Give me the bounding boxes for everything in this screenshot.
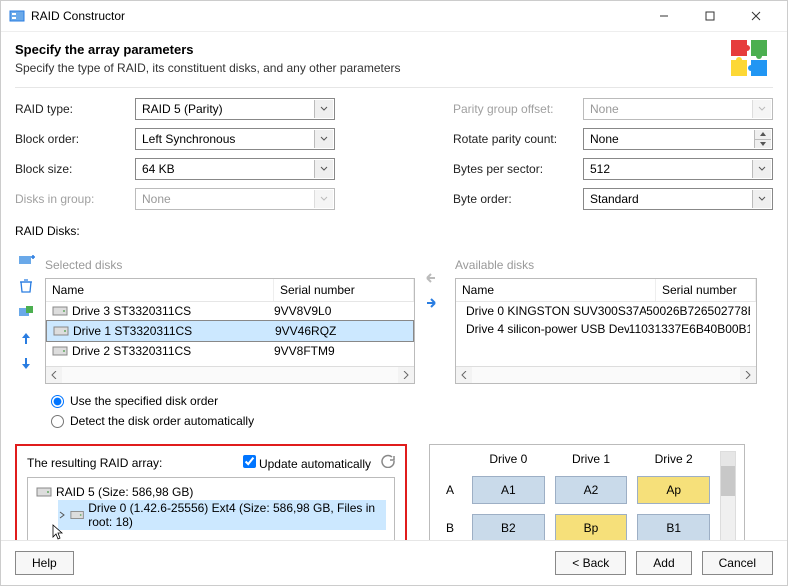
available-disks-label: Available disks xyxy=(455,258,757,272)
block-order-label: Block order: xyxy=(15,132,135,146)
serial-column[interactable]: Serial number xyxy=(656,279,756,301)
cancel-button[interactable]: Cancel xyxy=(702,551,773,575)
cursor-icon xyxy=(52,529,64,540)
chevron-down-icon xyxy=(752,160,771,178)
stripe-row-a: A xyxy=(438,483,462,497)
move-down-icon[interactable] xyxy=(15,354,37,374)
help-button[interactable]: Help xyxy=(15,551,74,575)
available-disks-table[interactable]: Name Serial number Drive 0 KINGSTON SUV3… xyxy=(455,278,757,384)
page-subtitle: Specify the type of RAID, its constituen… xyxy=(15,61,401,75)
params-grid: RAID type: RAID 5 (Parity) Parity group … xyxy=(15,98,773,210)
stripe-map-panel: Drive 0 Drive 1 Drive 2 A A1 A2 Ap B B2 … xyxy=(429,444,745,540)
drive-icon xyxy=(36,486,52,498)
stripe-row-b: B xyxy=(438,521,462,535)
raid-disks-label: RAID Disks: xyxy=(15,224,773,238)
drive-icon xyxy=(70,509,84,521)
parity-offset-select: None xyxy=(583,98,773,120)
h-scrollbar[interactable] xyxy=(46,366,414,383)
titlebar: RAID Constructor xyxy=(1,1,787,32)
result-tree[interactable]: RAID 5 (Size: 586,98 GB) Drive 0 (1.42.6… xyxy=(27,477,395,540)
bytes-per-sector-select[interactable]: 512 xyxy=(583,158,773,180)
table-row[interactable]: Drive 0 KINGSTON SUV300S37A240G50026B726… xyxy=(456,302,756,320)
stripe-cell-parity: Ap xyxy=(637,476,710,504)
raid-type-select[interactable]: RAID 5 (Parity) xyxy=(135,98,335,120)
name-column[interactable]: Name xyxy=(456,279,656,301)
move-left-icon[interactable] xyxy=(423,272,447,287)
move-right-icon[interactable] xyxy=(423,297,447,312)
chevron-down-icon xyxy=(314,130,333,148)
selected-disks-table[interactable]: Name Serial number Drive 3 ST3320311CS9V… xyxy=(45,278,415,384)
table-row[interactable]: Drive 3 ST3320311CS9VV8V9L0 xyxy=(46,302,414,320)
resulting-array-panel: The resulting RAID array: Update automat… xyxy=(15,444,407,540)
update-auto-checkbox[interactable]: Update automatically xyxy=(243,455,371,471)
h-scrollbar[interactable] xyxy=(456,366,756,383)
maximize-button[interactable] xyxy=(687,2,733,30)
v-scrollbar[interactable] xyxy=(720,451,736,540)
table-row[interactable]: Drive 2 ST3320311CS9VV8FTM9 xyxy=(46,342,414,360)
page-title: Specify the array parameters xyxy=(15,42,401,57)
stripe-cell: A2 xyxy=(555,476,628,504)
chevron-down-icon xyxy=(314,190,333,208)
disk-tools-icon[interactable] xyxy=(15,302,37,322)
radio-detect-order[interactable]: Detect the disk order automatically xyxy=(51,414,773,428)
disks-in-group-label: Disks in group: xyxy=(15,192,135,206)
stripe-col-drive0: Drive 0 xyxy=(472,452,545,466)
raid-constructor-window: RAID Constructor Specify the array param… xyxy=(0,0,788,586)
chevron-down-icon xyxy=(752,100,771,118)
stripe-col-drive2: Drive 2 xyxy=(637,452,710,466)
disks-in-group-select: None xyxy=(135,188,335,210)
byte-order-select[interactable]: Standard xyxy=(583,188,773,210)
back-button[interactable]: < Back xyxy=(555,551,626,575)
parity-offset-label: Parity group offset: xyxy=(453,102,583,116)
chevron-down-icon xyxy=(314,100,333,118)
selected-disks-label: Selected disks xyxy=(45,258,415,272)
add-disk-icon[interactable] xyxy=(15,250,37,270)
trash-icon[interactable] xyxy=(15,276,37,296)
rotate-count-label: Rotate parity count: xyxy=(453,132,583,146)
move-up-icon[interactable] xyxy=(15,328,37,348)
app-icon xyxy=(9,8,25,24)
table-row[interactable]: Drive 4 silicon-power USB Device11031337… xyxy=(456,320,756,338)
serial-column[interactable]: Serial number xyxy=(274,279,414,301)
stripe-cell: B2 xyxy=(472,514,545,540)
transfer-buttons xyxy=(423,244,447,312)
bytes-per-sector-label: Bytes per sector: xyxy=(453,162,583,176)
name-column[interactable]: Name xyxy=(46,279,274,301)
chevron-down-icon xyxy=(752,190,771,208)
stripe-cell-parity: Bp xyxy=(555,514,628,540)
block-order-select[interactable]: Left Synchronous xyxy=(135,128,335,150)
chevron-down-icon xyxy=(314,160,333,178)
add-button[interactable]: Add xyxy=(636,551,691,575)
minimize-button[interactable] xyxy=(641,2,687,30)
stripe-col-drive1: Drive 1 xyxy=(555,452,628,466)
raid-type-label: RAID type: xyxy=(15,102,135,116)
rotate-count-spinner[interactable]: None xyxy=(583,128,773,150)
stripe-cell: A1 xyxy=(472,476,545,504)
window-title: RAID Constructor xyxy=(31,9,641,23)
block-size-select[interactable]: 64 KB xyxy=(135,158,335,180)
resulting-array-label: The resulting RAID array: xyxy=(27,456,243,470)
separator xyxy=(15,87,773,88)
disk-action-toolbar xyxy=(15,244,37,374)
close-button[interactable] xyxy=(733,2,779,30)
tree-drive-node[interactable]: Drive 0 (1.42.6-25556) Ext4 (Size: 586,9… xyxy=(58,500,386,530)
expand-icon[interactable] xyxy=(58,508,66,522)
wizard-footer: Help < Back Add Cancel xyxy=(1,540,787,585)
byte-order-label: Byte order: xyxy=(453,192,583,206)
tree-raid-node[interactable]: RAID 5 (Size: 586,98 GB) xyxy=(36,484,386,500)
puzzle-icon xyxy=(729,38,769,81)
table-row[interactable]: Drive 1 ST3320311CS9VV46RQZ xyxy=(46,320,414,342)
refresh-icon[interactable] xyxy=(381,454,395,471)
radio-specified-order[interactable]: Use the specified disk order xyxy=(51,394,773,408)
spinner-buttons[interactable] xyxy=(754,130,771,148)
stripe-cell: B1 xyxy=(637,514,710,540)
block-size-label: Block size: xyxy=(15,162,135,176)
